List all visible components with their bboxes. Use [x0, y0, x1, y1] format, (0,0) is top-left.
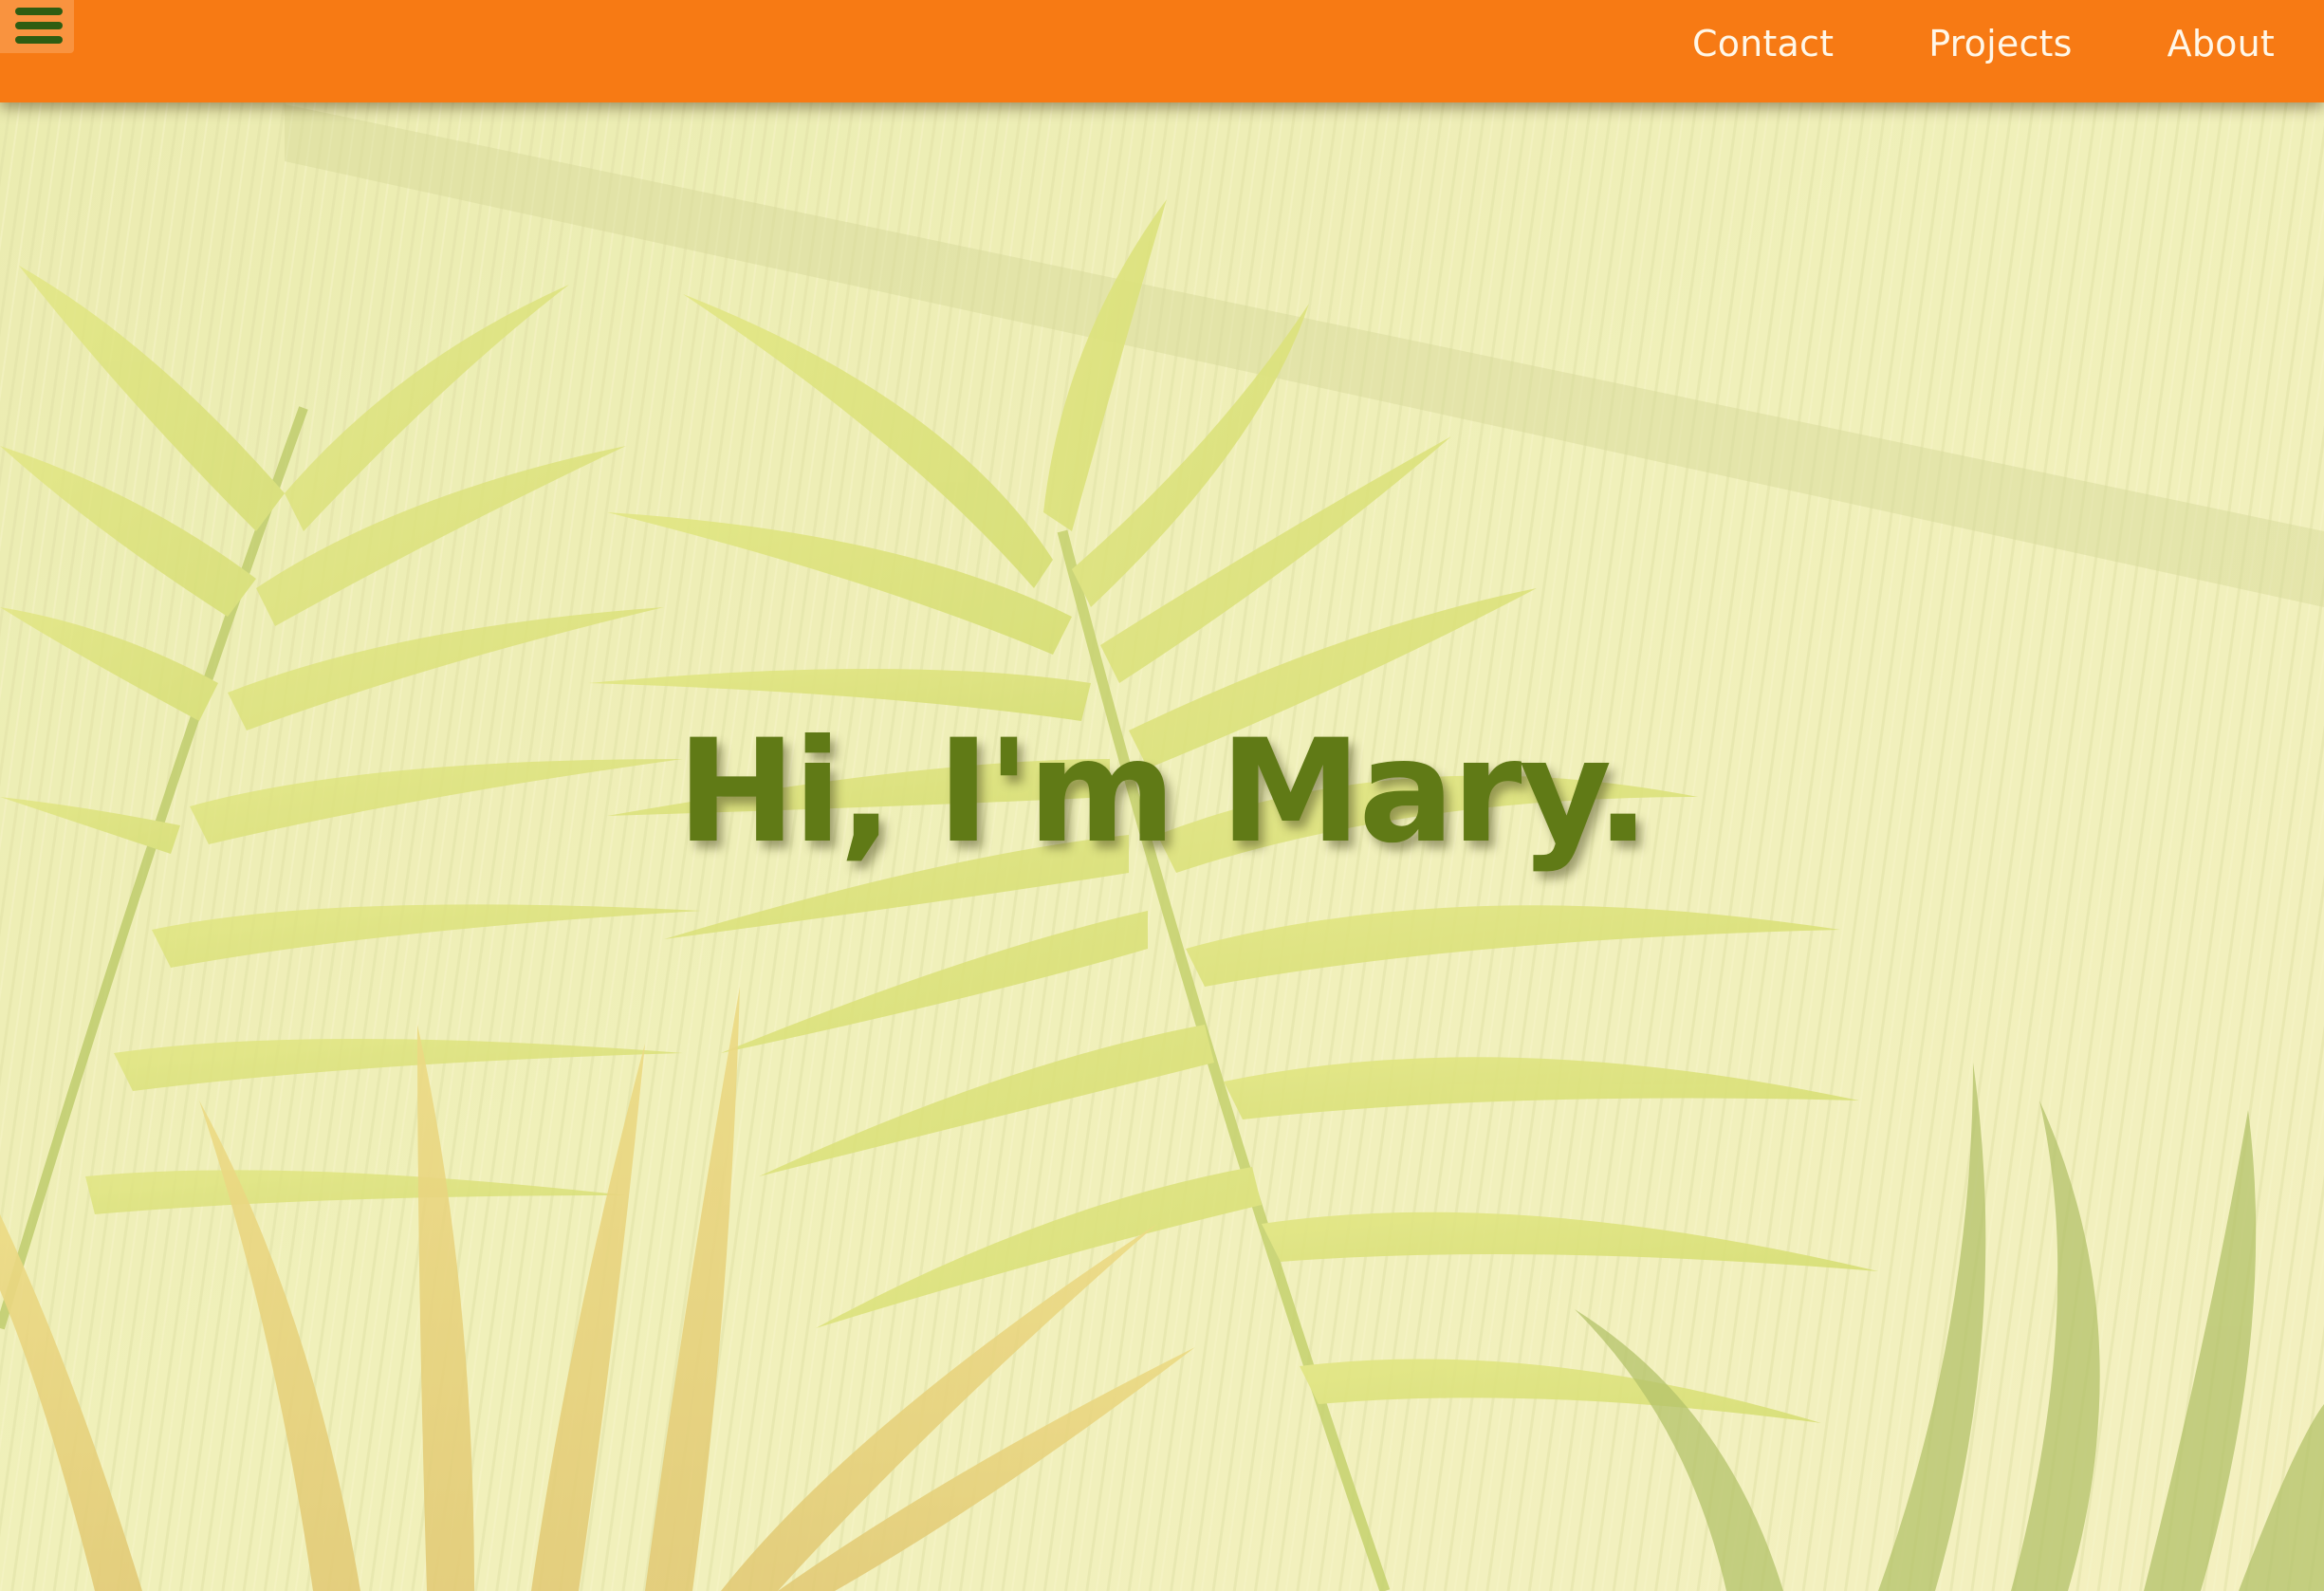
- hamburger-menu-icon: [15, 8, 63, 15]
- hero-headline: Hi, I'm Mary.: [676, 710, 1651, 875]
- nav-link-about[interactable]: About: [2167, 23, 2275, 65]
- hamburger-menu-button[interactable]: [0, 0, 74, 53]
- nav-link-contact[interactable]: Contact: [1692, 23, 1834, 65]
- nav-links: Contact Projects About: [1692, 0, 2275, 87]
- top-navbar: Contact Projects About: [0, 0, 2324, 102]
- hamburger-menu-icon-bar: [15, 36, 63, 44]
- nav-link-projects[interactable]: Projects: [1928, 23, 2072, 65]
- hamburger-menu-icon-bar: [15, 22, 63, 29]
- page: Contact Projects About Hi, I'm Mary.: [0, 0, 2324, 1591]
